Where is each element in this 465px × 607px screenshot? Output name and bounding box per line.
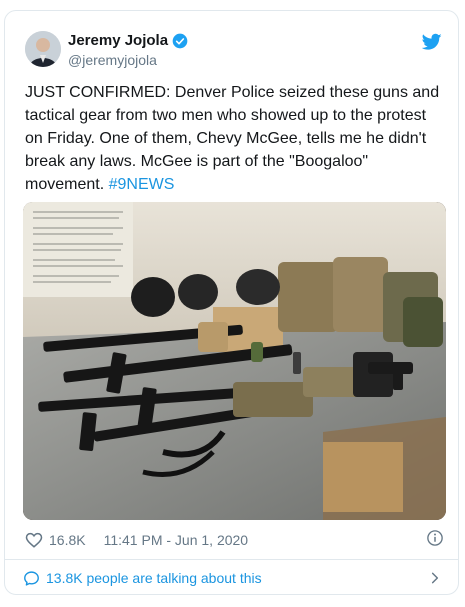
chevron-right-icon[interactable] (428, 571, 442, 585)
tweet-timestamp[interactable]: 11:41 PM - Jun 1, 2020 (104, 532, 249, 548)
tweet-photo[interactable] (23, 202, 446, 520)
tweet-body: JUST CONFIRMED: Denver Police seized the… (25, 84, 440, 193)
author-name-row[interactable]: Jeremy Jojola (68, 32, 188, 49)
author-name[interactable]: Jeremy Jojola (68, 32, 168, 49)
heart-icon[interactable] (25, 531, 43, 549)
verified-badge-icon (172, 33, 188, 48)
conversation-label[interactable]: 13.8K people are talking about this (46, 570, 428, 586)
chat-bubble-icon (24, 570, 39, 586)
tweet-text: JUST CONFIRMED: Denver Police seized the… (25, 81, 445, 196)
tweet-card: Jeremy Jojola @jeremyjojola JUST CONFIRM… (4, 10, 459, 595)
seized-weapons-photo (23, 202, 446, 520)
like-count[interactable]: 16.8K (49, 532, 86, 548)
hashtag-link[interactable]: #9NEWS (109, 176, 175, 193)
avatar-image (25, 31, 61, 67)
info-icon[interactable] (426, 529, 444, 547)
tweet-meta: 16.8K 11:41 PM - Jun 1, 2020 (25, 531, 248, 549)
avatar[interactable] (25, 31, 61, 67)
twitter-bird-icon[interactable] (422, 33, 442, 51)
author-handle[interactable]: @jeremyjojola (68, 52, 157, 68)
conversation-link[interactable]: 13.8K people are talking about this (5, 560, 458, 596)
